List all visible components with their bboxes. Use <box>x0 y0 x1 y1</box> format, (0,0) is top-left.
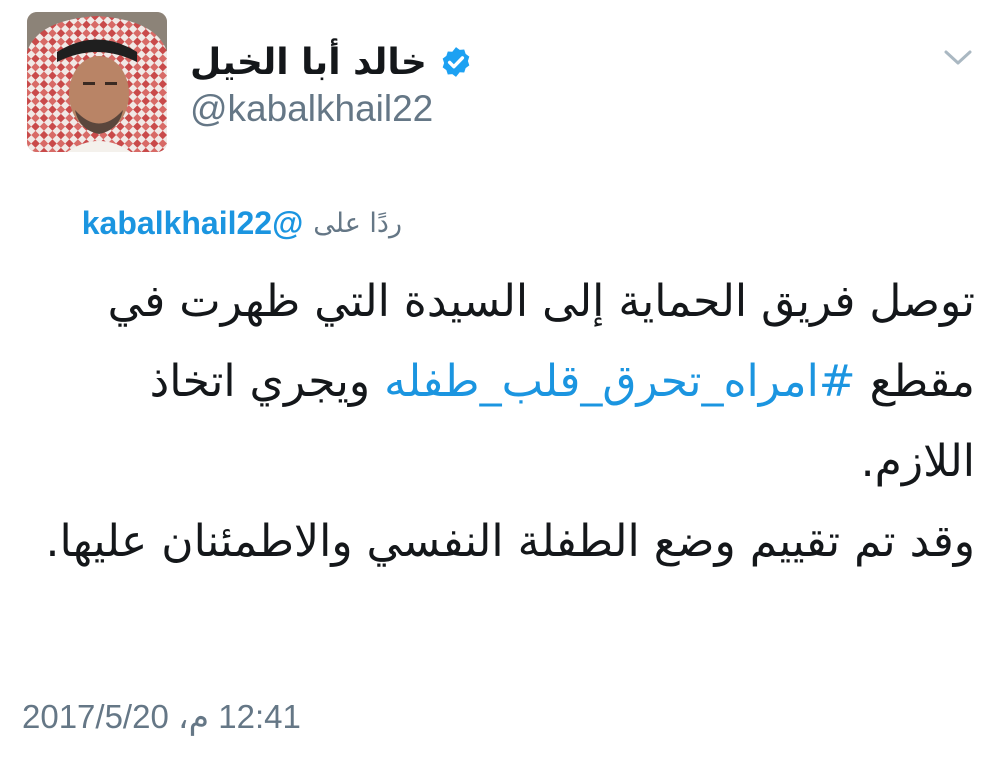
verified-badge-icon <box>439 45 473 79</box>
tweet-paragraph-2: وقد تم تقييم وضع الطفلة النفسي والاطمئنا… <box>45 516 975 567</box>
tweet-timestamp[interactable]: 12:41 م، 2017/5/20 <box>22 697 301 736</box>
reply-to-handle[interactable]: kabalkhail22@ <box>82 205 304 242</box>
tweet: خالد أبا الخيل @kabalkhail22 kabalkhail2… <box>0 0 1000 772</box>
tweet-paragraph-1: توصل فريق الحماية إلى السيدة التي ظهرت ف… <box>40 262 975 502</box>
reply-context: kabalkhail22@ ردًا على <box>82 205 402 242</box>
user-info: خالد أبا الخيل @kabalkhail22 <box>190 36 490 130</box>
tweet-text: توصل فريق الحماية إلى السيدة التي ظهرت ف… <box>40 262 975 582</box>
avatar[interactable] <box>27 12 167 152</box>
user-handle[interactable]: @kabalkhail22 <box>190 88 490 130</box>
avatar-image <box>27 12 167 152</box>
name-row: خالد أبا الخيل <box>190 36 490 88</box>
reply-label: ردًا على <box>313 208 402 239</box>
chevron-down-icon[interactable] <box>943 48 973 68</box>
display-name[interactable]: خالد أبا الخيل <box>190 42 427 83</box>
hashtag-link[interactable]: #امراه_تحرق_قلب_طفله <box>384 356 856 407</box>
